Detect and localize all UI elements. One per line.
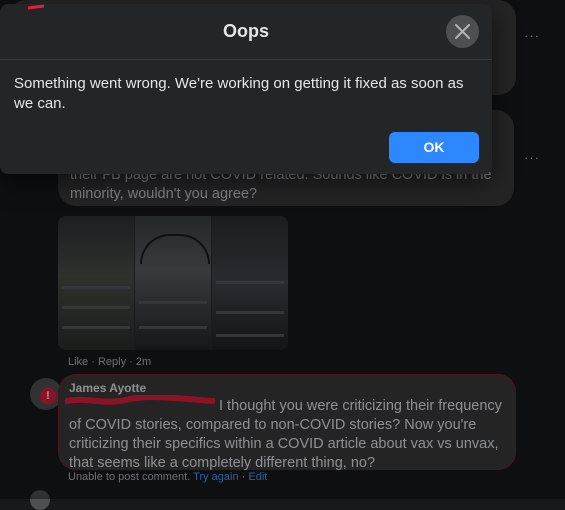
image-tile-3 xyxy=(212,216,288,350)
image-tile-1 xyxy=(58,216,134,350)
try-again-link[interactable]: Try again xyxy=(193,471,238,483)
reply-link[interactable]: Reply xyxy=(98,356,126,368)
edit-link[interactable]: Edit xyxy=(248,471,267,483)
post-error-note: Unable to post comment. Try again · Edit xyxy=(68,471,267,483)
ok-button[interactable]: OK xyxy=(389,132,479,163)
failed-comment-text: I thought you were criticizing their fre… xyxy=(69,398,502,471)
separator: · xyxy=(91,356,95,368)
error-status: Unable to post comment. xyxy=(68,471,191,483)
more-options-icon[interactable]: ··· xyxy=(524,28,540,43)
comment-time: 2m xyxy=(135,356,152,368)
comment-attachment-image[interactable] xyxy=(58,216,288,350)
dialog-title: Oops xyxy=(222,21,269,41)
close-button[interactable] xyxy=(446,15,479,48)
warning-icon: ! xyxy=(40,388,56,404)
more-options-icon-2[interactable]: ··· xyxy=(524,150,540,165)
dialog-message: Something went wrong. We're working on g… xyxy=(14,75,464,112)
comment-author[interactable]: James Ayotte xyxy=(69,381,146,395)
comment-actions: Like · Reply · 2m xyxy=(68,356,151,368)
like-link[interactable]: Like xyxy=(68,356,88,368)
separator: · xyxy=(241,471,246,483)
failed-comment-bubble: James Ayotte I thought you were criticiz… xyxy=(58,374,516,471)
separator: · xyxy=(129,356,133,368)
dialog-header: Oops xyxy=(0,4,492,60)
close-icon xyxy=(455,24,470,39)
avatar-small xyxy=(30,490,50,510)
error-dialog: Oops Something went wrong. We're working… xyxy=(0,4,492,174)
